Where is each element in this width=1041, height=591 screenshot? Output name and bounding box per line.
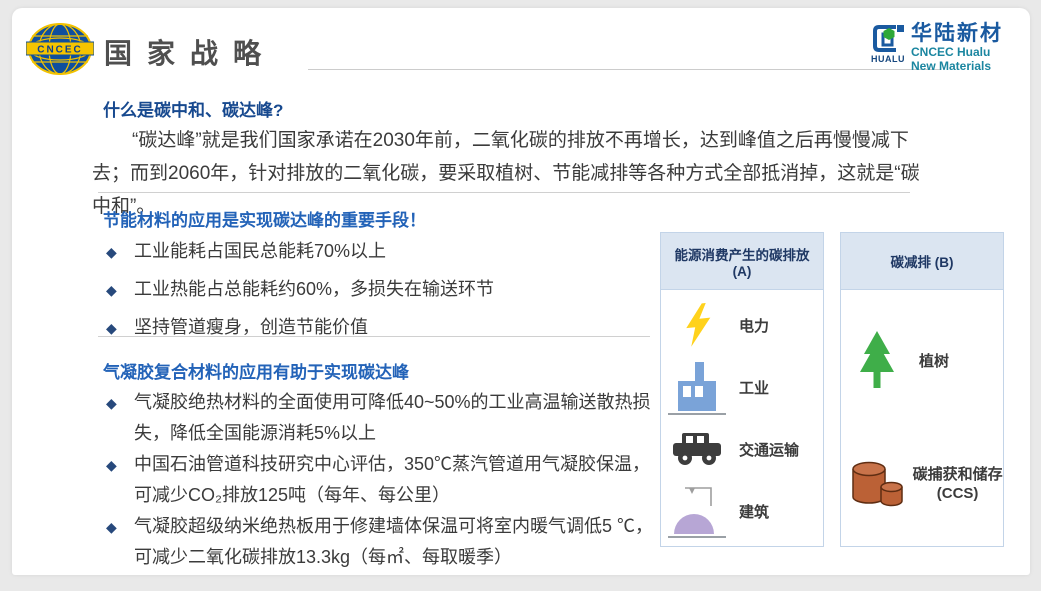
panel-reduction: 碳减排 (B) 植树 <box>840 232 1004 547</box>
divider-1 <box>98 192 910 193</box>
diamond-bullet-icon: ◆ <box>106 313 117 343</box>
list-item: ◆气凝胶绝热材料的全面使用可降低40~50%的工业高温输送散热损失，降低全国能源… <box>106 387 662 448</box>
panel-item-label: 电力 <box>739 315 769 336</box>
panel-row-transport: 交通运输 <box>661 418 823 480</box>
panel-item-label: 植树 <box>919 350 949 371</box>
panel-item-label: 工业 <box>739 377 769 398</box>
section1-heading: 什么是碳中和、碳达峰? <box>103 96 283 121</box>
page-title: 国家战略 <box>104 32 276 72</box>
section3-bullet-list: ◆气凝胶绝热材料的全面使用可降低40~50%的工业高温输送散热损失，降低全国能源… <box>106 387 662 573</box>
diamond-bullet-icon: ◆ <box>106 450 117 481</box>
list-item: ◆气凝胶超级纳米绝热板用于修建墙体保温可将室内暖气调低5 ℃，可减少二氧化碳排放… <box>106 511 662 572</box>
svg-text:CNCEC: CNCEC <box>37 45 83 56</box>
factory-icon <box>668 359 726 413</box>
hualu-name-cn: 华陆新材 <box>911 22 1003 45</box>
section2-bullet-list: ◆工业能耗占国民总能耗70%以上 ◆工业热能占总能耗约60%，多损失在输送环节 … <box>106 236 662 350</box>
panel-item-label: 碳捕获和储存 (CCS) <box>912 465 1003 503</box>
panel-row-industry: 工业 <box>661 356 823 418</box>
ground-line <box>668 413 726 415</box>
panel-emission-title: 能源消费产生的碳排放 (A) <box>661 233 823 290</box>
panel-row-ccs: 碳捕获和储存 (CCS) <box>841 427 1003 542</box>
panel-emission: 能源消费产生的碳排放 (A) 电力 <box>660 232 824 547</box>
hualu-mark-text: HUALU <box>871 54 905 64</box>
cncec-globe-logo-icon: CNCEC <box>26 21 94 82</box>
list-item: ◆工业能耗占国民总能耗70%以上 <box>106 236 662 266</box>
dome-building-icon <box>669 484 725 536</box>
list-item: ◆中国石油管道科技研究中心评估，350℃蒸汽管道用气凝胶保温，可减少CO₂排放1… <box>106 449 662 510</box>
car-icon <box>669 431 725 467</box>
panel-row-tree: 植树 <box>841 294 1003 427</box>
hualu-logo: HUALU 华陆新材 CNCEC Hualu New Materials <box>870 22 1003 73</box>
diamond-bullet-icon: ◆ <box>106 388 117 419</box>
panel-item-label: 建筑 <box>739 501 769 522</box>
hualu-mark-icon <box>870 22 906 56</box>
title-underline <box>308 69 940 70</box>
section3-heading: 气凝胶复合材料的应用有助于实现碳达峰 <box>103 358 409 383</box>
lightning-icon <box>678 301 716 348</box>
list-item: ◆工业热能占总能耗约60%，多损失在输送环节 <box>106 274 662 304</box>
hualu-name-en1: CNCEC Hualu <box>911 45 1003 59</box>
section2-heading: 节能材料的应用是实现碳达峰的重要手段！ <box>103 206 426 231</box>
list-item: ◆坚持管道瘦身，创造节能价值 <box>106 312 662 342</box>
panel-row-building: 建筑 <box>661 480 823 542</box>
diamond-bullet-icon: ◆ <box>106 237 117 267</box>
diamond-bullet-icon: ◆ <box>106 275 117 305</box>
diamond-bullet-icon: ◆ <box>106 512 117 543</box>
barrels-icon <box>848 459 906 509</box>
hualu-name-en2: New Materials <box>911 59 1003 73</box>
panel-item-label: 交通运输 <box>739 439 799 460</box>
tree-icon <box>855 330 899 390</box>
panel-reduction-title: 碳减排 (B) <box>841 233 1003 290</box>
ground-line <box>668 536 726 538</box>
slide: CNCEC 国家战略 HUALU 华陆新材 CNCEC Hualu New Ma… <box>12 8 1030 575</box>
carbon-panels: 能源消费产生的碳排放 (A) 电力 <box>660 232 1004 547</box>
panel-row-electricity: 电力 <box>661 294 823 356</box>
divider-2 <box>98 336 650 337</box>
